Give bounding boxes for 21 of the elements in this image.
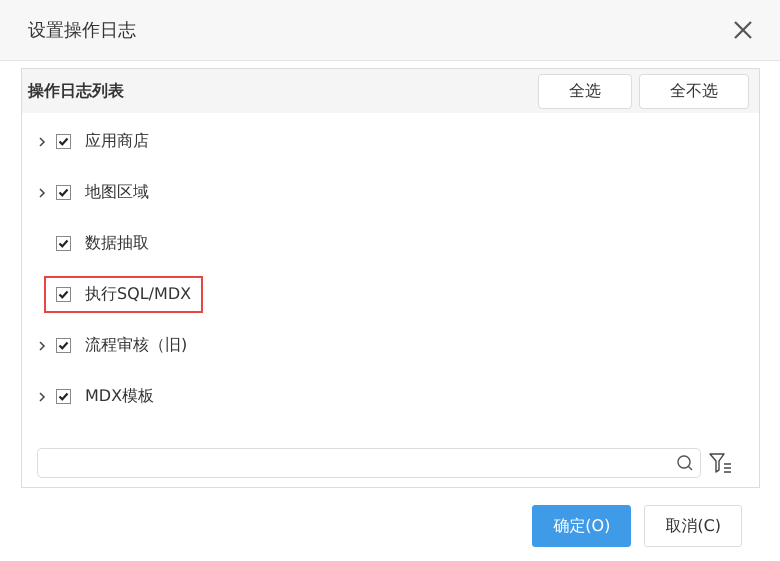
checkbox[interactable] (56, 287, 71, 302)
item-label: MDX模板 (85, 386, 154, 407)
close-button[interactable] (732, 19, 754, 41)
checkbox[interactable] (56, 236, 71, 251)
search-field[interactable] (37, 448, 701, 478)
filter-icon[interactable] (709, 452, 733, 474)
item-label: 地图区域 (85, 182, 149, 203)
item-label: 执行SQL/MDX (85, 284, 192, 305)
checkbox[interactable] (56, 338, 71, 353)
select-button[interactable]: 全选 (538, 74, 632, 108)
cancel-button[interactable]: 取消(C) (644, 505, 742, 547)
item-label: 数据抽取 (85, 233, 149, 254)
window-title: 设置操作日志 (28, 19, 136, 42)
checkbox[interactable] (56, 389, 71, 404)
select-button[interactable]: 全不选 (639, 74, 749, 108)
panel-title: 操作日志列表 (28, 80, 124, 102)
item-label: 流程审核（旧) (85, 335, 188, 356)
search-icon[interactable] (676, 454, 694, 472)
checkbox[interactable] (56, 134, 71, 149)
item-label: 应用商店 (85, 131, 149, 152)
checkbox[interactable] (56, 185, 71, 200)
